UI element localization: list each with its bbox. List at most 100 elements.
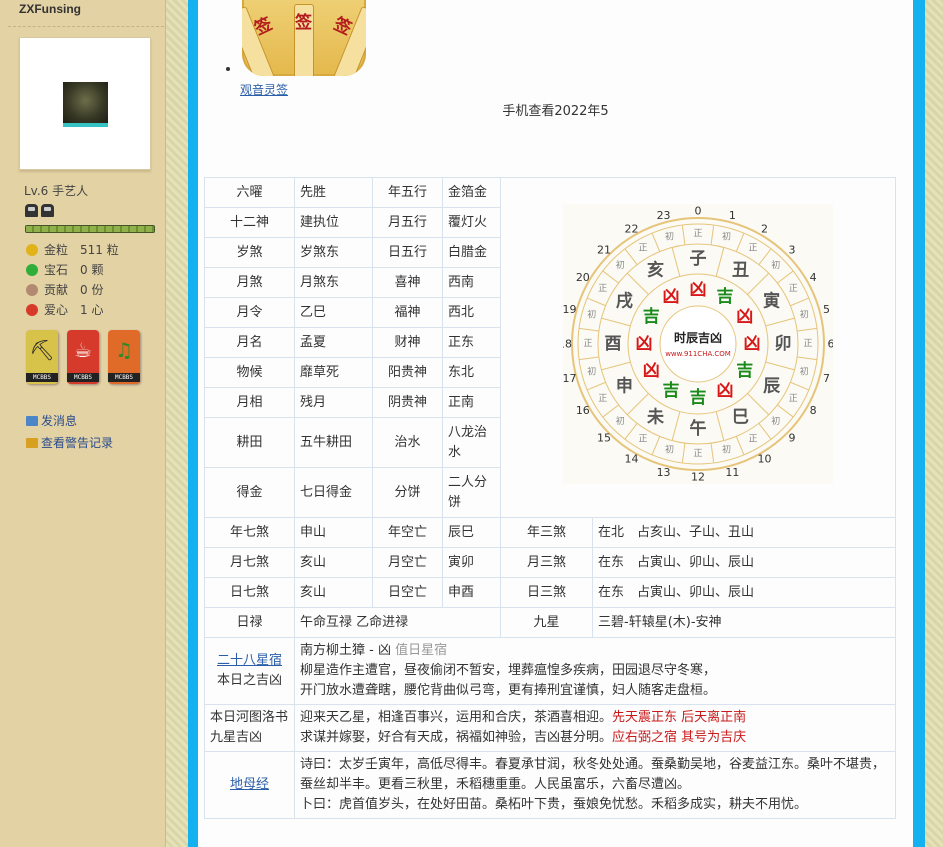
user-level: Lv.6 手艺人 — [24, 184, 89, 198]
dimu-link[interactable]: 地母经 — [230, 777, 269, 792]
profile-links: 发消息 查看警告记录 — [26, 410, 113, 454]
row-label: 本日河图洛书九星吉凶 — [204, 704, 295, 752]
hour-label: 14 — [625, 453, 639, 466]
ring-char: 初 — [587, 365, 596, 377]
hour-label: 21 — [597, 243, 611, 256]
row-label: 日七煞 — [204, 577, 295, 608]
ring-char: 正 — [583, 339, 592, 349]
branch-label: 申 — [616, 376, 633, 397]
medal-music[interactable]: ♫ MCBBS — [108, 330, 140, 384]
table-row: 二十八星宿 本日之吉凶 南方柳土獐 - 凶 值日星宿 柳星造作主遭官，昼夜偷闭不暂安，… — [204, 637, 896, 705]
row-value: 月煞东 — [294, 267, 373, 298]
post-content: 签 签 签 观音灵签 手机查看2022年5 六曜 先胜 年五行 金箔金 0 1 2 3 4 5 6 7… — [198, 0, 913, 847]
row-value: 白腊金 — [442, 237, 501, 268]
pickaxe-icon: ⛏ — [29, 338, 55, 362]
row-value: 金箔金 — [442, 177, 501, 208]
row-value: 在东 占寅山、卯山、辰山 — [592, 577, 896, 608]
medal-java[interactable]: ☕ MCBBS — [67, 330, 99, 384]
send-message-link[interactable]: 发消息 — [26, 410, 113, 432]
row-label: 二十八星宿 本日之吉凶 — [204, 637, 295, 705]
branch-label: 午 — [690, 418, 707, 439]
stat-value: 0 颗 — [80, 263, 104, 277]
row-value: 午命互禄 乙命进禄 — [294, 607, 501, 638]
hour-label: 3 — [789, 243, 796, 256]
hour-label: 16 — [576, 404, 590, 417]
warning-record-icon — [26, 438, 38, 448]
branch-label: 子 — [690, 249, 707, 269]
row-label: 月令 — [204, 297, 295, 328]
ring-char: 正 — [693, 229, 702, 239]
medal-label: MCBBS — [26, 373, 58, 382]
hour-label: 8 — [810, 404, 817, 417]
row-label: 年五行 — [372, 177, 443, 208]
branch-label: 卯 — [775, 334, 792, 354]
table-row: 六曜先胜年五行金箔金012345678910111213141516171819… — [204, 177, 896, 518]
row-label: 十二神 — [204, 207, 295, 238]
row-label: 九星 — [500, 607, 593, 638]
verdict-label: 凶 — [643, 361, 660, 381]
branch-label: 辰 — [763, 377, 781, 397]
stat-label: 宝石 — [44, 263, 69, 277]
mail-icon — [26, 416, 38, 426]
row-label: 月煞 — [204, 267, 295, 298]
hour-label: 0 — [695, 205, 702, 218]
row-label: 月空亡 — [372, 547, 443, 578]
row-label: 日五行 — [372, 237, 443, 268]
stars28-link[interactable]: 二十八星宿 — [217, 653, 282, 668]
ring-char: 正 — [598, 394, 607, 404]
lot-image[interactable]: 签 签 签 — [242, 0, 366, 76]
guanyin-lot-link[interactable]: 观音灵签 — [240, 81, 288, 98]
hour-label: 1 — [729, 209, 736, 222]
java-icon: ☕ — [74, 338, 92, 362]
row-label: 月三煞 — [500, 547, 593, 578]
exp-progress-fill — [26, 226, 154, 232]
table-row: 年七煞 申山 年空亡 辰巳 年三煞 在北 占亥山、子山、丑山 — [204, 517, 896, 548]
ring-char: 正 — [638, 244, 647, 254]
divider — [8, 26, 164, 27]
stat-label: 金粒 — [44, 243, 69, 257]
profile-sidebar: ZXFunsing Lv.6 手艺人 金粒 511 粒 宝石 0 颗 贡献 0 … — [0, 0, 166, 847]
row-value: 正南 — [442, 387, 501, 418]
dimu-poem: 诗曰：太岁壬寅年，高低尽得丰。春夏承甘润，秋冬处处通。蚕桑勤吴地，谷麦益江东。桑… — [300, 757, 886, 792]
warning-record-label[interactable]: 查看警告记录 — [41, 432, 113, 454]
row-label: 福神 — [372, 297, 443, 328]
row-value: 孟夏 — [294, 327, 373, 358]
warning-record-link[interactable]: 查看警告记录 — [26, 432, 113, 454]
list-bullet — [226, 67, 230, 71]
ring-char: 初 — [616, 415, 625, 427]
row-value: 西南 — [442, 267, 501, 298]
medal-pickaxe[interactable]: ⛏ MCBBS — [26, 330, 58, 384]
ring-char: 初 — [587, 309, 596, 321]
almanac-table: 六曜先胜年五行金箔金012345678910111213141516171819… — [204, 177, 896, 819]
row-label: 治水 — [372, 417, 443, 468]
row-value: 靡草死 — [294, 357, 373, 388]
row-value: 建执位 — [294, 207, 373, 238]
medal-label: MCBBS — [108, 373, 140, 382]
stat-gold: 金粒 511 粒 — [26, 240, 119, 260]
avatar-image — [63, 82, 108, 127]
branch-label: 寅 — [763, 291, 780, 312]
row-label: 月名 — [204, 327, 295, 358]
row-label: 岁煞 — [204, 237, 295, 268]
row-value: 南方柳土獐 - 凶 值日星宿 柳星造作主遭官，昼夜偷闭不暂安，埋葬瘟惶多疾病，田园… — [294, 637, 896, 705]
row-value: 五牛耕田 — [294, 417, 373, 468]
send-message-label[interactable]: 发消息 — [41, 410, 77, 432]
row-value: 七日得金 — [294, 467, 373, 518]
minecart-icon — [25, 204, 38, 217]
mobile-view-title: 手机查看2022年5 — [502, 104, 609, 119]
avatar[interactable] — [19, 37, 151, 170]
heart-icon — [26, 304, 38, 316]
hour-label: 10 — [758, 453, 772, 466]
ring-char: 初 — [722, 443, 731, 455]
hour-label: 7 — [823, 372, 830, 385]
hour-label: 13 — [657, 466, 671, 479]
verdict-label: 凶 — [736, 307, 753, 327]
stat-heart: 爱心 1 心 — [26, 300, 119, 320]
verdict-label: 吉 — [717, 287, 734, 307]
hour-label: 9 — [789, 432, 796, 445]
lot-char: 签 — [295, 13, 312, 33]
table-row: 日七煞 亥山 日空亡 申酉 日三煞 在东 占寅山、卯山、辰山 — [204, 577, 896, 608]
stat-value: 511 粒 — [80, 243, 119, 257]
row-value: 申酉 — [442, 577, 501, 608]
username[interactable]: ZXFunsing — [19, 2, 81, 16]
